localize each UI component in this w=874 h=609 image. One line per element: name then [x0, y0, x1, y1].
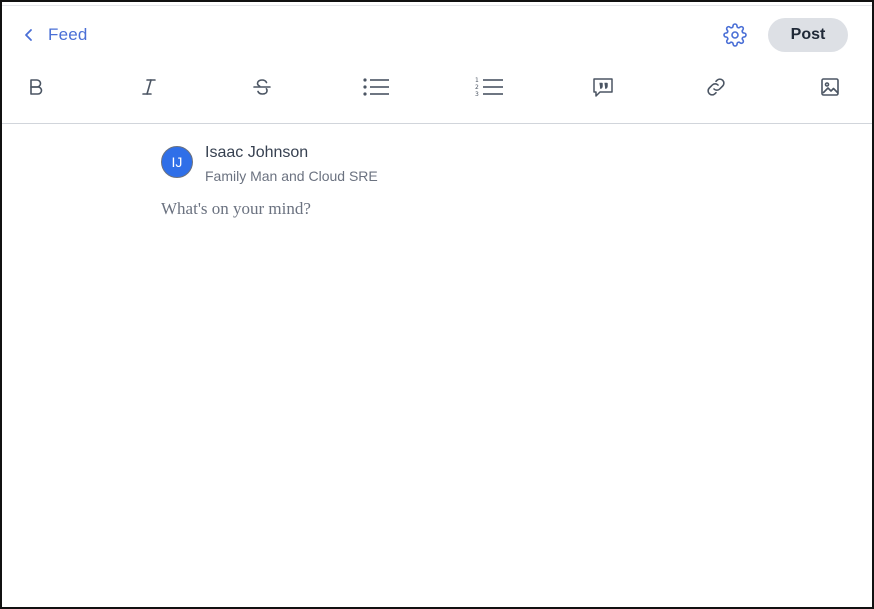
italic-button[interactable] [134, 72, 164, 102]
post-editor[interactable]: What's on your mind? [161, 199, 811, 219]
chevron-left-icon [25, 29, 32, 41]
italic-icon [142, 79, 156, 95]
link-button[interactable] [701, 72, 731, 102]
svg-text:2: 2 [475, 84, 479, 91]
quote-button[interactable] [588, 72, 618, 102]
back-to-feed-link[interactable]: Feed [23, 25, 88, 45]
author-name: Isaac Johnson [205, 144, 309, 161]
image-icon [821, 78, 839, 96]
bulleted-list-icon [363, 78, 389, 96]
image-button[interactable] [815, 72, 845, 102]
avatar: IJ [161, 146, 193, 178]
toolbar-divider [2, 123, 872, 124]
top-border [2, 5, 872, 6]
settings-gear-icon[interactable] [723, 23, 747, 47]
bulleted-list-button[interactable] [361, 72, 391, 102]
strikethrough-icon [253, 79, 271, 95]
link-icon [707, 78, 725, 96]
svg-text:3: 3 [475, 91, 479, 98]
numbered-list-icon: 1 2 3 [475, 77, 503, 98]
bold-icon [30, 79, 43, 95]
post-composer-window: Feed Post 1 2 3 IJ Isaac Johnson Family … [0, 0, 874, 609]
back-label: Feed [48, 25, 88, 44]
svg-text:1: 1 [475, 77, 479, 84]
author-headline: Family Man and Cloud SRE [205, 168, 378, 184]
bold-button[interactable] [21, 72, 51, 102]
strikethrough-button[interactable] [247, 72, 277, 102]
post-button[interactable]: Post [768, 18, 848, 52]
quote-icon [593, 78, 613, 97]
numbered-list-button[interactable]: 1 2 3 [474, 72, 504, 102]
